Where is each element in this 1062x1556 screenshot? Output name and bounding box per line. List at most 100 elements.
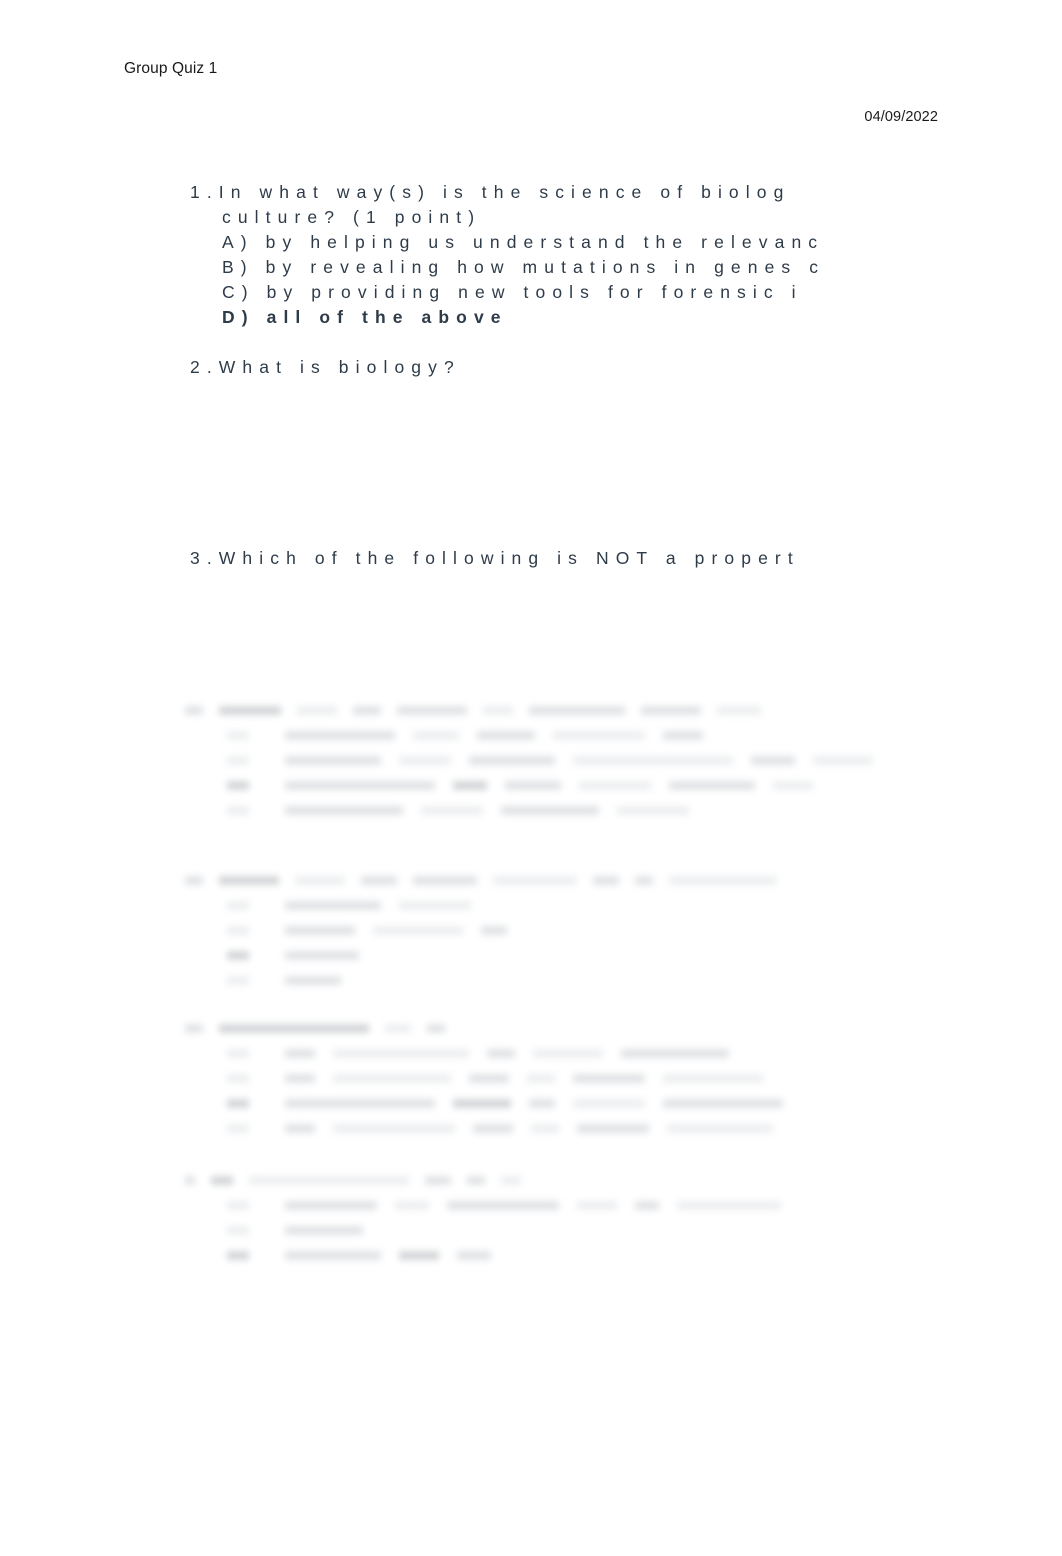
quiz-question-3: 3.Which of the following is NOT a proper… bbox=[190, 546, 800, 571]
question-2-number: 2. bbox=[190, 357, 219, 377]
obscured-option-marker bbox=[227, 1251, 249, 1260]
obscured-text-fragment bbox=[285, 901, 381, 910]
question-3-number: 3. bbox=[190, 548, 219, 568]
obscured-text-fragment bbox=[577, 1124, 649, 1133]
obscured-text-fragment bbox=[635, 1201, 659, 1210]
obscured-text-fragment bbox=[813, 756, 873, 765]
obscured-option-marker bbox=[227, 806, 249, 815]
obscured-question-block bbox=[185, 1170, 1045, 1270]
obscured-option-row bbox=[185, 775, 1045, 800]
obscured-question-block bbox=[185, 870, 1045, 995]
obscured-text-fragment bbox=[285, 1201, 377, 1210]
obscured-option-row bbox=[185, 750, 1045, 775]
obscured-text-fragment bbox=[185, 876, 203, 885]
obscured-text-fragment bbox=[285, 1251, 381, 1260]
document-date: 04/09/2022 bbox=[864, 109, 938, 125]
obscured-text-fragment bbox=[473, 1124, 513, 1133]
obscured-option-marker bbox=[227, 926, 249, 935]
obscured-text-fragment bbox=[427, 1024, 445, 1033]
question-1-option-c[interactable]: C) by providing new tools for forensic i bbox=[190, 280, 825, 305]
obscured-text-fragment bbox=[635, 876, 653, 885]
obscured-text-fragment bbox=[285, 731, 395, 740]
obscured-text-fragment bbox=[467, 1176, 485, 1185]
obscured-text-fragment bbox=[505, 781, 561, 790]
obscured-text-fragment bbox=[285, 756, 381, 765]
obscured-text-fragment bbox=[285, 806, 403, 815]
obscured-option-marker bbox=[227, 901, 249, 910]
option-a-label: A) bbox=[222, 232, 254, 252]
obscured-text-fragment bbox=[453, 781, 487, 790]
obscured-option-marker bbox=[227, 1226, 249, 1235]
option-a-text: by helping us understand the relevanc bbox=[265, 232, 825, 252]
obscured-text-fragment bbox=[395, 1201, 429, 1210]
obscured-option-row bbox=[185, 1043, 1045, 1068]
obscured-text-fragment bbox=[353, 706, 381, 715]
obscured-text-fragment bbox=[285, 1099, 435, 1108]
obscured-text-fragment bbox=[483, 706, 513, 715]
question-1-number: 1. bbox=[190, 182, 219, 202]
question-1-option-d-selected[interactable]: D) all of the above bbox=[190, 305, 825, 330]
obscured-text-fragment bbox=[481, 926, 507, 935]
obscured-option-row bbox=[185, 1093, 1045, 1118]
question-2-prompt: 2.What is biology? bbox=[190, 355, 461, 380]
obscured-text-fragment bbox=[573, 1074, 645, 1083]
obscured-text-fragment bbox=[663, 1099, 783, 1108]
document-page: Group Quiz 1 04/09/2022 1.In what way(s)… bbox=[0, 0, 1062, 1556]
obscured-text-fragment bbox=[773, 781, 813, 790]
obscured-text-fragment bbox=[249, 1176, 409, 1185]
quiz-question-2: 2.What is biology? bbox=[190, 355, 461, 380]
option-c-text: by providing new tools for forensic i bbox=[266, 282, 803, 302]
question-1-text: In what way(s) is the science of biolog bbox=[218, 182, 791, 202]
obscured-text-fragment bbox=[501, 1176, 521, 1185]
obscured-text-fragment bbox=[453, 1099, 511, 1108]
obscured-text-fragment bbox=[663, 731, 703, 740]
obscured-text-fragment bbox=[527, 1074, 555, 1083]
question-1-prompt-line-2: culture? (1 point) bbox=[222, 207, 482, 227]
obscured-text-fragment bbox=[529, 706, 625, 715]
obscured-content-region bbox=[185, 700, 1045, 1310]
obscured-text-fragment bbox=[717, 706, 761, 715]
obscured-text-fragment bbox=[385, 1024, 411, 1033]
obscured-text-fragment bbox=[297, 706, 337, 715]
obscured-text-fragment bbox=[397, 706, 467, 715]
obscured-option-row bbox=[185, 1068, 1045, 1093]
obscured-text-fragment bbox=[669, 876, 777, 885]
obscured-option-row bbox=[185, 1118, 1045, 1143]
obscured-text-fragment bbox=[285, 1124, 315, 1133]
question-1-option-a[interactable]: A) by helping us understand the relevanc bbox=[190, 230, 825, 255]
obscured-text-fragment bbox=[219, 876, 279, 885]
obscured-text-fragment bbox=[621, 1049, 729, 1058]
question-1-option-b[interactable]: B) by revealing how mutations in genes c bbox=[190, 255, 825, 280]
obscured-text-fragment bbox=[529, 1099, 555, 1108]
obscured-text-fragment bbox=[361, 876, 397, 885]
obscured-question-block bbox=[185, 1018, 1045, 1143]
obscured-heading-row bbox=[185, 1018, 1045, 1043]
obscured-text-fragment bbox=[579, 781, 651, 790]
obscured-option-marker bbox=[227, 1124, 249, 1133]
obscured-text-fragment bbox=[487, 1049, 515, 1058]
question-3-prompt: 3.Which of the following is NOT a proper… bbox=[190, 546, 800, 571]
obscured-option-row bbox=[185, 920, 1045, 945]
obscured-text-fragment bbox=[399, 756, 451, 765]
obscured-text-fragment bbox=[457, 1251, 491, 1260]
obscured-option-marker bbox=[227, 976, 249, 985]
option-d-text: all of the above bbox=[266, 307, 508, 327]
question-3-text: Which of the following is NOT a propert bbox=[218, 548, 800, 568]
obscured-text-fragment bbox=[285, 781, 435, 790]
obscured-text-fragment bbox=[573, 1099, 645, 1108]
obscured-text-fragment bbox=[531, 1124, 559, 1133]
obscured-option-row bbox=[185, 1220, 1045, 1245]
obscured-text-fragment bbox=[211, 1176, 233, 1185]
option-c-label: C) bbox=[222, 282, 255, 302]
obscured-option-marker bbox=[227, 1099, 249, 1108]
obscured-option-marker bbox=[227, 951, 249, 960]
option-d-label: D) bbox=[222, 307, 255, 327]
obscured-text-fragment bbox=[285, 1226, 363, 1235]
obscured-heading-row bbox=[185, 700, 1045, 725]
obscured-heading-row bbox=[185, 1170, 1045, 1195]
obscured-text-fragment bbox=[493, 876, 577, 885]
obscured-text-fragment bbox=[469, 1074, 509, 1083]
obscured-text-fragment bbox=[413, 731, 459, 740]
obscured-option-row bbox=[185, 970, 1045, 995]
obscured-option-row bbox=[185, 800, 1045, 825]
